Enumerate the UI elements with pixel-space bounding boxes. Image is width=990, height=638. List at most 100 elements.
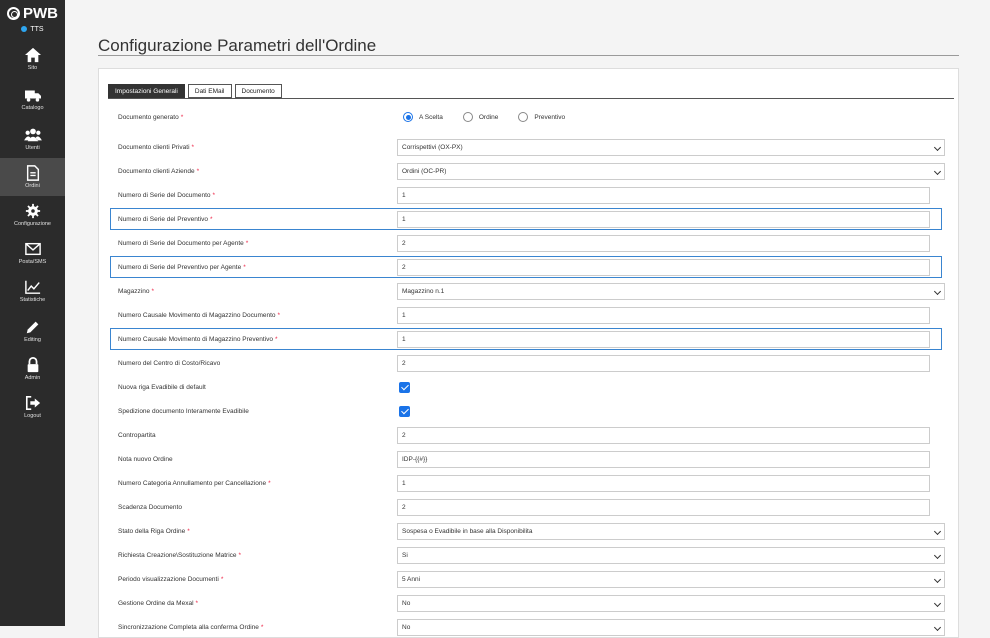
numero-causale-movimento-di-magazzino-documento-input[interactable]: 1 [397, 307, 930, 324]
field-value: No [402, 600, 411, 607]
radio-preventivo[interactable]: Preventivo [518, 112, 565, 122]
field-label: Numero di Serie del Documento per Agente… [118, 233, 248, 253]
tab-documento[interactable]: Documento [234, 84, 282, 98]
form-row-stato-della-riga-ordine: Stato della Riga Ordine * Sospesa o Evadib… [99, 521, 960, 541]
numero-di-serie-del-documento-per-agente-input[interactable]: 2 [397, 235, 930, 252]
field-label: Numero di Serie del Preventivo * [118, 209, 213, 229]
numero-di-serie-del-preventivo-input[interactable]: 1 [397, 211, 930, 228]
required-marker: * [212, 191, 216, 199]
chevron-down-icon [933, 599, 942, 608]
field-label-text: Periodo visualizzazione Documenti [118, 575, 219, 583]
sidebar-item-ordini[interactable]: Ordini [0, 158, 65, 196]
sidebar-item-catalogo[interactable]: Catalogo [0, 80, 65, 118]
numero-di-serie-del-preventivo-per-agente-input[interactable]: 2 [397, 259, 930, 276]
field-label: Numero del Centro di Costo/Ricavo [118, 353, 220, 373]
tab-impostazioni-generali[interactable]: Impostazioni Generali [108, 84, 185, 98]
form-row-richiesta-creazione-sostituzione-matrice: Richiesta Creazione\Sostituzione Matrice… [99, 545, 960, 565]
sidebar-item-admin[interactable]: Admin [0, 350, 65, 388]
field-label: Periodo visualizzazione Documenti * [118, 569, 223, 589]
field-label-text: Stato della Riga Ordine [118, 527, 186, 535]
field-label: Spedizione documento Interamente Evadibi… [118, 401, 249, 421]
numero-del-centro-di-costo-ricavo-input[interactable]: 2 [397, 355, 930, 372]
field-value: Ordini (OC-PR) [402, 168, 447, 175]
gestione-ordine-da-mexal-select[interactable]: No [397, 595, 945, 612]
logo[interactable]: PWB [0, 2, 65, 24]
field-value: Si [402, 552, 408, 559]
form-row-numero-di-serie-del-preventivo-per-agente: Numero di Serie del Preventivo per Agent… [99, 257, 960, 277]
field-value: 1 [402, 216, 406, 223]
radio-a-scelta[interactable]: A Scelta [403, 112, 443, 122]
field-label: Scadenza Documento [118, 497, 182, 517]
sidebar-item-logout[interactable]: Logout [0, 388, 65, 426]
scadenza-documento-input[interactable]: 2 [397, 499, 930, 516]
status-label: TTS [30, 25, 44, 33]
required-marker: * [209, 215, 213, 223]
field-value: 1 [402, 192, 406, 199]
nota-nuovo-ordine-input[interactable]: IDP-{{#}} [397, 451, 930, 468]
form-row-numero-di-serie-del-documento: Numero di Serie del Documento * 1 [99, 185, 960, 205]
periodo-visualizzazione-documenti-select[interactable]: 5 Anni [397, 571, 945, 588]
status-dot-icon [21, 26, 28, 32]
sidebar-item-posta-sms[interactable]: Posta/SMS [0, 234, 65, 272]
field-label-text: Documento clienti Aziende [118, 167, 195, 175]
numero-di-serie-del-documento-input[interactable]: 1 [397, 187, 930, 204]
sidebar-item-editing[interactable]: Editing [0, 312, 65, 350]
envelope-icon [24, 242, 41, 256]
form-row-numero-del-centro-di-costo-ricavo: Numero del Centro di Costo/Ricavo 2 [99, 353, 960, 373]
field-label: Documento clienti Aziende * [118, 161, 199, 181]
chevron-down-icon [933, 623, 942, 632]
form-row-nuova-riga-evadibile-di-default: Nuova riga Evadibile di default [99, 377, 960, 397]
logo-icon [7, 6, 20, 20]
settings-card: Impostazioni Generali Dati EMail Documen… [98, 68, 959, 638]
gear-icon [25, 203, 40, 219]
field-value: No [402, 624, 411, 631]
field-label-text: Documento clienti Privati [118, 143, 190, 151]
richiesta-creazione-sostituzione-matrice-select[interactable]: Si [397, 547, 945, 564]
field-label: Documento clienti Privati * [118, 137, 194, 157]
sidebar-item-label: Catalogo [21, 105, 44, 111]
field-label-text: Nuova riga Evadibile di default [118, 383, 206, 391]
sidebar-item-statistiche[interactable]: Statistiche [0, 272, 65, 310]
field-label: Numero di Serie del Preventivo per Agent… [118, 257, 246, 277]
sidebar-item-configurazione[interactable]: Configurazione [0, 196, 65, 234]
tab-dati-email[interactable]: Dati EMail [187, 84, 232, 98]
form-row-sincronizzazione-completa-alla-conferma-ordine: Sincronizzazione Completa alla conferma … [99, 617, 960, 637]
field-value: Magazzino n.1 [402, 288, 445, 295]
radio-ordine[interactable]: Ordine [462, 112, 499, 122]
field-label-text: Scadenza Documento [118, 503, 182, 511]
sidebar-item-label: Utenti [25, 145, 40, 151]
form-row-numero-causale-movimento-di-magazzino-preventivo: Numero Causale Movimento di Magazzino Pr… [99, 329, 960, 349]
sidebar-item-sito[interactable]: Sito [0, 40, 65, 78]
nuova-riga-evadibile-di-default-checkbox[interactable] [399, 382, 410, 393]
sincronizzazione-completa-alla-conferma-ordine-select[interactable]: No [397, 619, 945, 636]
chart-icon [24, 280, 40, 294]
field-label-text: Numero del Centro di Costo/Ricavo [118, 359, 221, 367]
documento-clienti-privati-select[interactable]: Corrispettivi (OX-PX) [397, 139, 945, 156]
form-row-numero-di-serie-del-documento-per-agente: Numero di Serie del Documento per Agente… [99, 233, 960, 253]
contropartita-input[interactable]: 2 [397, 427, 930, 444]
form-row-magazzino: Magazzino * Magazzino n.1 [99, 281, 960, 301]
stato-della-riga-ordine-select[interactable]: Sospesa o Evadibile in base alla Disponi… [397, 523, 945, 540]
form-row-nota-nuovo-ordine: Nota nuovo Ordine IDP-{{#}} [99, 449, 960, 469]
magazzino-select[interactable]: Magazzino n.1 [397, 283, 945, 300]
numero-categoria-annullamento-per-cancellazione-input[interactable]: 1 [397, 475, 930, 492]
form-row-numero-categoria-annullamento-per-cancellazione: Numero Categoria Annullamento per Cancel… [99, 473, 960, 493]
numero-causale-movimento-di-magazzino-preventivo-input[interactable]: 1 [397, 331, 930, 348]
documento-clienti-aziende-select[interactable]: Ordini (OC-PR) [397, 163, 945, 180]
chevron-down-icon [933, 287, 942, 296]
radio-circle-icon [462, 112, 473, 122]
radio-circle-icon [518, 112, 529, 122]
sidebar-item-utenti[interactable]: Utenti [0, 120, 65, 158]
spedizione-documento-interamente-evadibile-checkbox[interactable] [399, 406, 410, 417]
sidebar-item-label: Sito [27, 65, 38, 71]
form-row-numero-causale-movimento-di-magazzino-documento: Numero Causale Movimento di Magazzino Do… [99, 305, 960, 325]
field-label-text: Documento generato [118, 113, 179, 121]
sidebar-item-label: Ordini [25, 183, 40, 189]
required-marker: * [151, 287, 154, 295]
field-label-text: Sincronizzazione Completa alla conferma … [118, 623, 259, 631]
field-value: Sospesa o Evadibile in base alla Disponi… [402, 528, 533, 535]
tab-bar: Impostazioni Generali Dati EMail Documen… [108, 84, 285, 98]
field-value: 2 [402, 240, 406, 247]
title-divider [98, 55, 959, 56]
radio-label: Ordine [478, 113, 499, 121]
